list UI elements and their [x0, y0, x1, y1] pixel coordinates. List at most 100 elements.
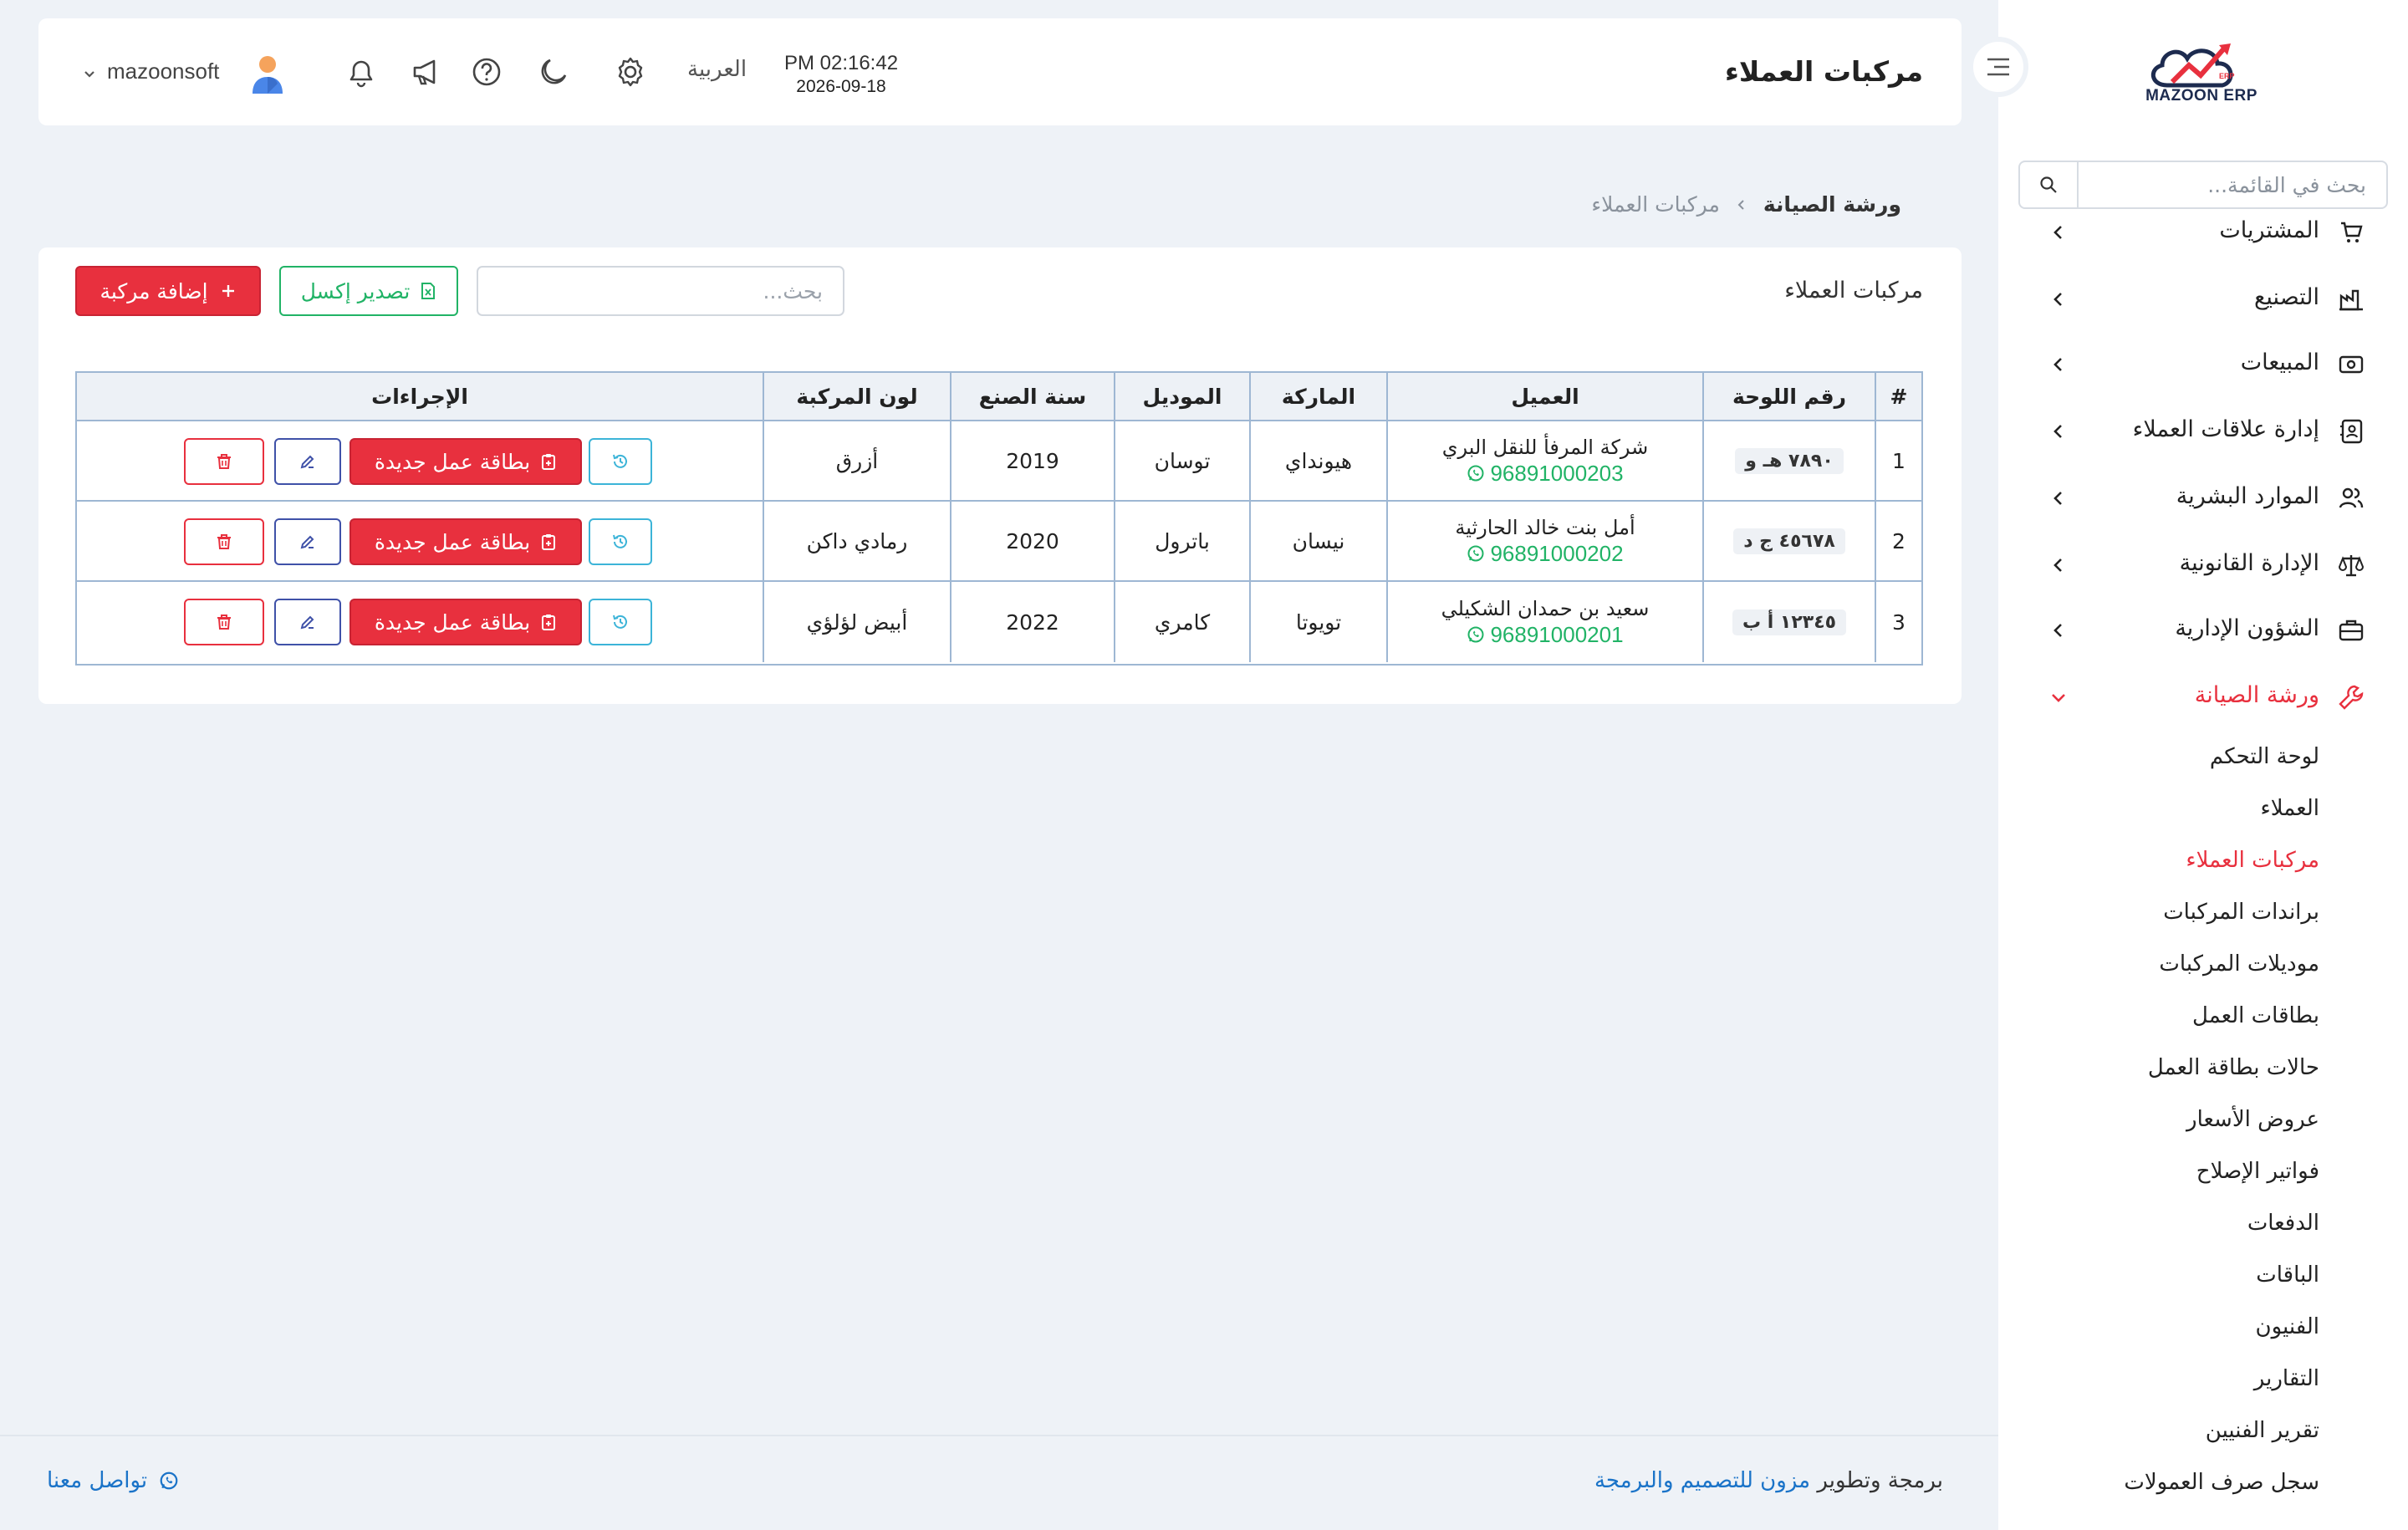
sidebar-toggle-button[interactable] [1968, 37, 2028, 97]
sidebar-item-crm[interactable]: إدارة علاقات العملاء [1998, 406, 2408, 456]
new-job-card-label: بطاقة عمل جديدة [374, 609, 531, 635]
sidebar-search-input[interactable] [2079, 172, 2386, 197]
customer-phone-link[interactable]: 96891000203 [1467, 461, 1624, 487]
column-header-year[interactable]: سنة الصنع [950, 373, 1114, 420]
history-button[interactable] [589, 518, 652, 565]
page-title: مركبات العملاء [1724, 55, 1923, 88]
chevron-left-icon [1737, 199, 1744, 210]
new-job-card-button[interactable]: بطاقة عمل جديدة [349, 599, 582, 645]
chevron-left-icon [2053, 293, 2062, 306]
edit-button[interactable] [274, 438, 341, 485]
sidebar-item-workshop[interactable]: ورشة الصيانة [1998, 672, 2408, 722]
sidebar-item-hr[interactable]: الموارد البشرية [1998, 473, 2408, 523]
gear-icon[interactable] [612, 54, 649, 90]
megaphone-icon[interactable] [408, 54, 445, 90]
delete-button[interactable] [184, 438, 264, 485]
sidebar-item-purchases[interactable]: المشتريات [1998, 207, 2408, 258]
sidebar-sub-packages[interactable]: الباقات [2256, 1262, 2319, 1288]
avatar[interactable] [246, 52, 289, 95]
sidebar-sub-repair-invoices[interactable]: فواتير الإصلاح [2196, 1159, 2319, 1184]
sidebar-sub-customers[interactable]: العملاء [2261, 796, 2319, 821]
sidebar-sub-customer-vehicles[interactable]: مركبات العملاء [2186, 848, 2319, 873]
table-header: # رقم اللوحة العميل الماركة الموديل سنة … [77, 373, 1921, 421]
new-job-card-button[interactable]: بطاقة عمل جديدة [349, 518, 582, 565]
plate-badge: ١٢٣٤٥ أ ب [1732, 609, 1847, 635]
sidebar-item-admin[interactable]: الشؤون الإدارية [1998, 605, 2408, 655]
contact-us-link[interactable]: تواصل معنا [47, 1468, 179, 1493]
sidebar-item-sales[interactable]: المبيعات [1998, 339, 2408, 390]
search-icon[interactable] [2020, 162, 2079, 207]
plate-badge: ٧٨٩٠ هـ و [1735, 447, 1844, 474]
cash-icon [2339, 355, 2364, 374]
new-job-card-button[interactable]: بطاقة عمل جديدة [349, 438, 582, 485]
language-switch[interactable]: العربية [687, 57, 747, 82]
trash-icon [217, 534, 231, 549]
new-job-card-label: بطاقة عمل جديدة [374, 449, 531, 474]
delete-button[interactable] [184, 599, 264, 645]
sidebar-sub-job-cards[interactable]: بطاقات العمل [2192, 1003, 2319, 1028]
export-excel-button[interactable]: تصدير إكسل [279, 266, 458, 316]
new-job-card-label: بطاقة عمل جديدة [374, 529, 531, 554]
customer-phone-link[interactable]: 96891000202 [1467, 541, 1624, 567]
model-cell: كامري [1114, 582, 1249, 662]
trash-icon [217, 454, 231, 469]
sidebar-sub-commission-log[interactable]: سجل صرف العمولات [2124, 1470, 2319, 1495]
clock-time: PM 02:16:42 [783, 52, 899, 74]
history-icon [613, 454, 627, 468]
year-cell: 2020 [950, 502, 1114, 580]
breadcrumb-parent[interactable]: ورشة الصيانة [1763, 192, 1901, 217]
sidebar-sub-payments[interactable]: الدفعات [2247, 1211, 2319, 1236]
sidebar-sub-vehicle-brands[interactable]: براندات المركبات [2163, 900, 2319, 925]
column-header-plate[interactable]: رقم اللوحة [1702, 373, 1875, 420]
card-title: مركبات العملاء [1784, 278, 1923, 303]
sidebar-item-legal[interactable]: الإدارة القانونية [1998, 540, 2408, 590]
customer-phone-link[interactable]: 96891000201 [1467, 622, 1624, 648]
sidebar-sub-job-card-statuses[interactable]: حالات بطاقة العمل [2148, 1055, 2319, 1080]
breadcrumb-current: مركبات العملاء [1591, 192, 1720, 217]
history-button[interactable] [589, 438, 652, 485]
edit-button[interactable] [274, 518, 341, 565]
brand-cell: تويوتا [1249, 582, 1386, 662]
sidebar-item-manufacturing[interactable]: التصنيع [1998, 274, 2408, 324]
chevron-left-icon [2053, 558, 2062, 572]
edit-button[interactable] [274, 599, 341, 645]
help-icon[interactable] [468, 54, 505, 90]
moon-icon[interactable] [537, 54, 574, 90]
user-name[interactable]: mazoonsoft [107, 59, 219, 84]
delete-button[interactable] [184, 518, 264, 565]
bell-icon[interactable] [343, 54, 380, 90]
column-header-customer[interactable]: العميل [1386, 373, 1702, 420]
row-number: 1 [1875, 421, 1921, 500]
top-header: مركبات العملاء PM 02:16:42 2026-09-18 ال… [38, 18, 1962, 125]
actions-cell: بطاقة عمل جديدة [77, 582, 763, 662]
column-header-model[interactable]: الموديل [1114, 373, 1249, 420]
footer-brand-link[interactable]: مزون للتصميم والبرمجة [1594, 1468, 1810, 1493]
chevron-down-icon [2052, 694, 2065, 702]
sidebar-sub-technicians-report[interactable]: تقرير الفنيين [2206, 1418, 2319, 1443]
contact-us-label: تواصل معنا [47, 1468, 148, 1493]
column-header-color[interactable]: لون المركبة [763, 373, 950, 420]
edit-icon [300, 535, 314, 549]
sidebar-item-label: ورشة الصيانة [2194, 682, 2319, 708]
sidebar-sub-technicians[interactable]: الفنيون [2255, 1314, 2319, 1339]
sidebar-sub-reports[interactable]: التقارير [2254, 1366, 2319, 1391]
sidebar-item-label: إدارة علاقات العملاء [2132, 416, 2319, 442]
add-vehicle-button[interactable]: إضافة مركبة [75, 266, 261, 316]
file-excel-icon [421, 283, 436, 299]
clock-date: 2026-09-18 [796, 77, 886, 96]
export-excel-label: تصدير إكسل [300, 278, 411, 303]
column-header-num: # [1875, 373, 1921, 420]
sidebar-sub-dashboard[interactable]: لوحة التحكم [2210, 744, 2319, 769]
sidebar-item-label: المبيعات [2240, 349, 2319, 375]
customer-cell: سعيد بن حمدان الشكيلي 96891000201 [1386, 582, 1702, 662]
history-button[interactable] [589, 599, 652, 645]
actions-cell: بطاقة عمل جديدة [77, 421, 763, 500]
table-search-input[interactable] [477, 266, 844, 316]
factory-icon [2339, 289, 2363, 311]
brand-cell: هيونداي [1249, 421, 1386, 500]
model-cell: توسان [1114, 421, 1249, 500]
sidebar-sub-quotations[interactable]: عروض الأسعار [2186, 1107, 2319, 1132]
chevron-down-icon[interactable] [82, 67, 97, 82]
sidebar-sub-vehicle-models[interactable]: موديلات المركبات [2159, 951, 2319, 977]
column-header-brand[interactable]: الماركة [1249, 373, 1386, 420]
